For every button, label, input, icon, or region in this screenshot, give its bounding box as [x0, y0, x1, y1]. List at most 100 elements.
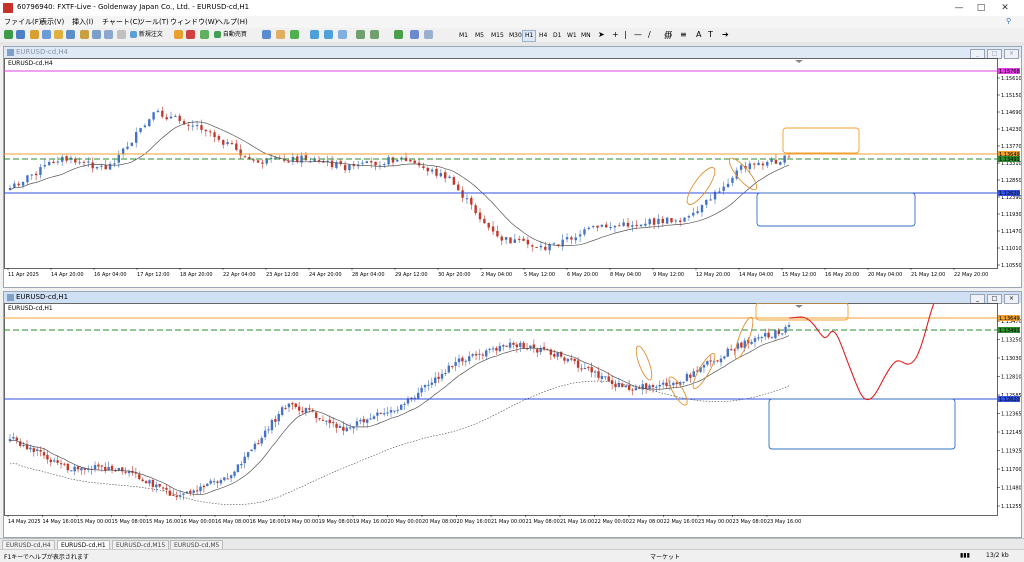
price-tick-label: 1.13030 — [1001, 356, 1021, 362]
candle-body — [208, 131, 212, 133]
menu-insert[interactable]: 挿入(I) — [72, 17, 94, 27]
candle-body — [502, 345, 505, 347]
candle-body — [491, 226, 495, 232]
candle-body — [382, 413, 386, 415]
candle-body — [658, 384, 661, 387]
menu-help[interactable]: ヘルプ(H) — [216, 17, 248, 27]
periods-icon[interactable] — [410, 30, 419, 40]
menu-file[interactable]: ファイル(F) — [4, 17, 42, 27]
candle-body — [700, 204, 704, 213]
candle-body — [66, 463, 70, 471]
candle-body — [618, 225, 621, 227]
timeframe-m15[interactable]: M15 — [488, 30, 507, 42]
price-chart-h4[interactable]: EURUSD-cd,H4 1.15610 1.15150 1.14690 1.14230… — [4, 58, 1021, 287]
indicators-icon[interactable] — [394, 30, 403, 40]
timeframe-m5[interactable]: M5 — [472, 30, 487, 42]
candle-body — [100, 465, 104, 467]
new-order-button[interactable]: 新規注文 — [130, 30, 172, 40]
candle-chart-icon[interactable] — [276, 30, 285, 40]
candle-body — [257, 443, 260, 445]
timeframe-h4[interactable]: H4 — [536, 30, 550, 42]
horizontal-line-icon[interactable]: — — [634, 30, 642, 40]
terminal-icon[interactable] — [66, 30, 75, 40]
menu-tools[interactable]: ツール(T) — [138, 17, 169, 27]
maximize-icon[interactable]: □ — [972, 2, 990, 14]
text-label-icon[interactable]: T — [708, 30, 713, 40]
candle-body — [39, 167, 42, 176]
candle-body — [252, 159, 255, 161]
options-icon[interactable] — [104, 30, 113, 40]
candle-body — [387, 157, 390, 165]
candle-body — [78, 162, 81, 164]
templates-icon[interactable] — [424, 30, 433, 40]
cursor-icon[interactable]: ➤ — [598, 30, 605, 40]
timeframe-mn[interactable]: MN — [578, 30, 594, 42]
metaeditor-icon[interactable] — [117, 30, 126, 40]
time-label: 15 May 16:00 — [146, 519, 180, 525]
zoom-in-icon[interactable] — [310, 30, 319, 40]
channel-icon[interactable]: ∰ — [664, 30, 672, 40]
candle-body — [265, 158, 268, 164]
candle-body — [614, 383, 617, 388]
price-chart-h1[interactable]: EURUSD-cd,H11.134701.132501.130301.12810… — [4, 303, 1021, 537]
arrows-icon[interactable]: ➔ — [722, 30, 729, 40]
chart-window-h4[interactable]: EURUSD-cd,H4 _ □ × EURUSD-cd,H4 1.15610 1.15… — [3, 46, 1022, 288]
data-window-icon[interactable] — [42, 30, 51, 40]
timeframe-m1[interactable]: M1 — [456, 30, 471, 42]
line-chart-icon[interactable] — [290, 30, 299, 40]
candle-body — [100, 165, 103, 167]
candle-body — [338, 425, 342, 428]
autoscroll-icon[interactable] — [370, 30, 379, 40]
bar-chart-icon[interactable] — [262, 30, 271, 40]
timeframe-h1[interactable]: H1 — [522, 30, 537, 42]
candle-body — [718, 191, 721, 193]
candle-body — [464, 360, 468, 362]
navigator-icon[interactable] — [54, 30, 63, 40]
chart-window-h1[interactable]: EURUSD-cd,H1 _ □ × EURUSD-cd,H1 1.13470 1.13… — [3, 291, 1022, 538]
candle-body — [104, 165, 107, 170]
minimize-icon[interactable]: — — [950, 2, 968, 14]
trendline-icon[interactable]: ∕ — [648, 30, 651, 40]
buy-sell-icon[interactable] — [174, 30, 183, 40]
strategy-tester-icon[interactable] — [80, 30, 89, 40]
title-bar: 60796940: FXTF-Live - Goldenway Japan Co… — [0, 0, 1024, 17]
auto-trading-button[interactable]: 自動売買 — [214, 30, 258, 40]
text-tool-icon[interactable]: A — [696, 30, 701, 40]
zoom-out-icon[interactable] — [324, 30, 333, 40]
trade-icon[interactable] — [186, 30, 195, 40]
new-chart-icon[interactable] — [4, 30, 13, 40]
time-label: 14 May 04:00 — [739, 272, 773, 278]
profiles-icon[interactable] — [16, 30, 25, 40]
chart-shift-icon[interactable] — [356, 30, 365, 40]
candle-body — [93, 465, 97, 470]
crosshair-icon[interactable]: + — [612, 30, 619, 40]
candle-body — [165, 117, 168, 120]
candle-body — [127, 471, 131, 474]
tile-windows-icon[interactable] — [338, 30, 347, 40]
candle-body — [481, 354, 485, 356]
menu-window[interactable]: ウィンドウ(W) — [170, 17, 217, 27]
candle-body — [661, 382, 665, 385]
close-icon[interactable]: ✕ — [996, 2, 1014, 14]
candle-body — [345, 427, 348, 432]
candle-body — [365, 161, 369, 164]
candle-body — [277, 413, 280, 422]
market-watch-icon[interactable] — [30, 30, 39, 40]
candle-body — [766, 161, 769, 166]
menu-chart[interactable]: チャート(C) — [102, 17, 140, 27]
candle-body — [504, 237, 508, 240]
menu-view[interactable]: 表示(V) — [40, 17, 64, 27]
candle-body — [361, 162, 364, 164]
history-icon[interactable] — [92, 30, 101, 40]
candle-body — [240, 463, 243, 466]
toolbar: 新規注文 自動売買 M1 M5 M15 M30 H1 H4 D1 W1 MN ➤… — [0, 28, 1024, 43]
candle-body — [624, 385, 627, 388]
search-icon[interactable]: ⚲ — [1006, 17, 1011, 25]
candle-body — [574, 237, 577, 241]
candle-body — [121, 148, 125, 154]
price-tick-label: 1.11255 — [1001, 504, 1021, 510]
timeframe-d1[interactable]: D1 — [550, 30, 564, 42]
experts-icon[interactable] — [200, 30, 209, 40]
fibonacci-icon[interactable]: ≡ — [680, 30, 687, 40]
vertical-line-icon[interactable]: | — [624, 30, 627, 40]
